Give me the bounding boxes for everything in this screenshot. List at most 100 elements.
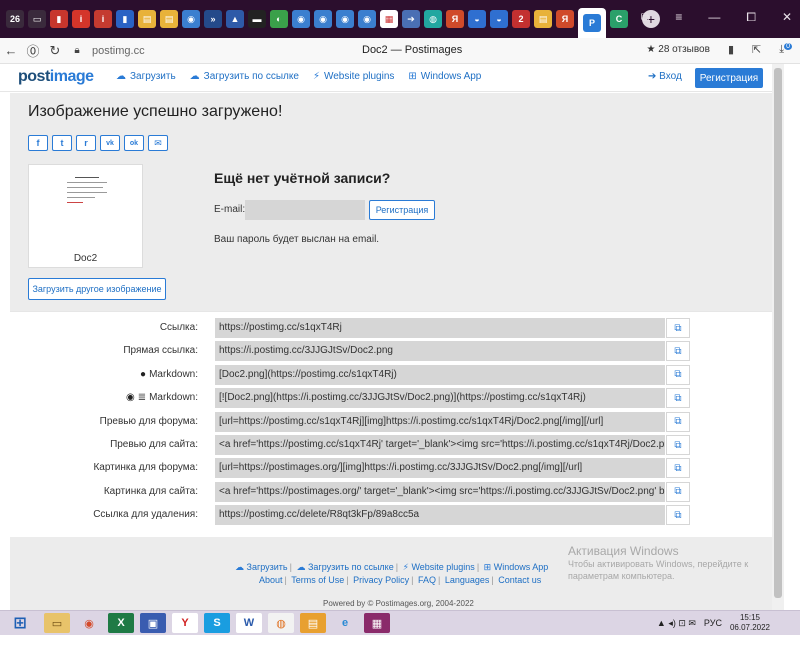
copy-icon[interactable]: ⧉: [666, 318, 690, 338]
reddit-share-icon[interactable]: r: [76, 135, 96, 151]
tab-icon-doc-2[interactable]: ▤: [160, 10, 178, 28]
tab-icon-teal[interactable]: ◍: [424, 10, 442, 28]
nav-website-plugins[interactable]: ⚡ Website plugins: [313, 71, 394, 82]
share-icon[interactable]: ⇱: [752, 43, 761, 56]
tab-icon-globe-3[interactable]: ◉: [314, 10, 332, 28]
yandex-browser-icon[interactable]: Y: [172, 613, 198, 633]
footer-windows-app-link[interactable]: Windows App: [494, 562, 549, 572]
chrome-icon[interactable]: ◉: [76, 613, 102, 633]
close-icon[interactable]: ✕: [782, 10, 792, 25]
tab-icon-red-2[interactable]: i: [72, 10, 90, 28]
lock-icon[interactable]: 🔒︎: [66, 45, 88, 56]
copy-icon[interactable]: ⧉: [666, 458, 690, 479]
start-button[interactable]: ⊞: [7, 613, 33, 633]
link-value-field[interactable]: <a href='https://postimages.org/' target…: [215, 481, 665, 502]
clock[interactable]: 15:15 06.07.2022: [730, 613, 770, 633]
copy-icon[interactable]: ⧉: [666, 435, 690, 455]
folder-icon[interactable]: ▭: [28, 10, 46, 28]
footer-website-plugins-link[interactable]: Website plugins: [411, 562, 474, 572]
copy-icon[interactable]: ⧉: [666, 388, 690, 409]
copy-icon[interactable]: ⧉: [666, 341, 690, 362]
tab-icon-edge-1[interactable]: ◒: [468, 10, 486, 28]
footer-contact-link[interactable]: Contact us: [498, 575, 541, 585]
reviews-link[interactable]: ★ 28 отзывов: [647, 44, 710, 55]
tab-icon-doc-1[interactable]: ▤: [138, 10, 156, 28]
tab-icon-calendar[interactable]: ▦: [380, 10, 398, 28]
app-icon-blue[interactable]: ▣: [140, 613, 166, 633]
winrar-icon[interactable]: ▦: [364, 613, 390, 633]
postimage-logo[interactable]: postimage: [18, 68, 94, 86]
active-tab[interactable]: P: [578, 8, 606, 38]
back-arrow-icon[interactable]: ←: [0, 43, 22, 58]
tab-icon-flag[interactable]: ▬: [248, 10, 266, 28]
yandex-home-icon[interactable]: 26: [6, 10, 24, 28]
copy-icon[interactable]: ⧉: [666, 364, 690, 385]
twitter-share-icon[interactable]: t: [52, 135, 72, 151]
tab-icon-globe-4[interactable]: ◉: [336, 10, 354, 28]
tab-icon-c[interactable]: C: [610, 10, 628, 28]
vk-share-icon[interactable]: vk: [100, 135, 120, 151]
tab-icon-ship[interactable]: ▲: [226, 10, 244, 28]
scrollbar-thumb[interactable]: [774, 68, 782, 598]
bookmark-icon[interactable]: ▮: [728, 43, 734, 56]
downloads-icon[interactable]: ⤓ 0: [779, 43, 792, 57]
nav-upload[interactable]: ☁ Загрузить: [116, 71, 176, 82]
reload-icon[interactable]: ↻: [44, 43, 66, 59]
register-button[interactable]: Регистрация: [695, 68, 763, 88]
footer-upload-link[interactable]: Загрузить: [247, 562, 288, 572]
link-value-field[interactable]: https://i.postimg.cc/3JJGJtSv/Doc2.png: [215, 341, 665, 362]
upload-another-button[interactable]: Загрузить другое изображение: [28, 278, 166, 300]
tab-icon-yandex[interactable]: Я: [446, 10, 464, 28]
tabs-overview-icon[interactable]: ⧉: [641, 10, 650, 25]
tray-icons[interactable]: ▲ ◂) ⊡ ✉: [657, 618, 696, 629]
footer-terms-link[interactable]: Terms of Use: [291, 575, 344, 585]
link-value-field[interactable]: [![Doc2.png](https://i.postimg.cc/3JJGJt…: [215, 388, 665, 409]
page-scrollbar[interactable]: [772, 64, 784, 610]
menu-icon[interactable]: ≡: [675, 10, 682, 25]
copy-icon[interactable]: ⧉: [666, 411, 690, 432]
footer-languages-link[interactable]: Languages: [445, 575, 490, 585]
footer-faq-link[interactable]: FAQ: [418, 575, 436, 585]
email-share-icon[interactable]: ✉: [148, 135, 168, 151]
tab-icon-blue-1[interactable]: ▮: [116, 10, 134, 28]
skype-icon[interactable]: S: [204, 613, 230, 633]
link-value-field[interactable]: https://postimg.cc/delete/R8qt3kFp/89a8c…: [215, 505, 665, 526]
email-field[interactable]: [245, 200, 365, 220]
link-value-field[interactable]: <a href='https://postimg.cc/s1qxT4Rj' ta…: [215, 435, 665, 455]
facebook-share-icon[interactable]: f: [28, 135, 48, 151]
minimize-icon[interactable]: —: [708, 10, 720, 25]
link-value-field[interactable]: [Doc2.png](https://postimg.cc/s1qxT4Rj): [215, 364, 665, 385]
footer-privacy-link[interactable]: Privacy Policy: [353, 575, 409, 585]
tab-icon-globe-1[interactable]: ◉: [182, 10, 200, 28]
tab-icon-chrome[interactable]: ◐: [270, 10, 288, 28]
tab-icon-plane[interactable]: ➔: [402, 10, 420, 28]
nav-windows-app[interactable]: ⊞ Windows App: [408, 71, 481, 82]
tab-icon-globe-5[interactable]: ◉: [358, 10, 376, 28]
email-register-button[interactable]: Регистрация: [369, 200, 435, 220]
yandex-y-icon[interactable]: ⓪: [22, 41, 44, 60]
tab-icon-doc-3[interactable]: ▤: [534, 10, 552, 28]
url-field[interactable]: postimg.cc: [92, 45, 145, 57]
ie-icon[interactable]: e: [332, 613, 358, 633]
copy-icon[interactable]: ⧉: [666, 505, 690, 526]
language-indicator[interactable]: РУС: [704, 618, 722, 628]
app-icon-pdf[interactable]: ▤: [300, 613, 326, 633]
tab-icon-arrows[interactable]: »: [204, 10, 222, 28]
excel-icon[interactable]: X: [108, 613, 134, 633]
nav-upload-by-link[interactable]: ☁ Загрузить по ссылке: [190, 71, 299, 82]
login-link[interactable]: ➔ Вход: [648, 71, 682, 82]
app-icon-orange[interactable]: ◍: [268, 613, 294, 633]
odnoklassniki-share-icon[interactable]: ok: [124, 135, 144, 151]
tab-icon-yandex-2[interactable]: Я: [556, 10, 574, 28]
link-value-field[interactable]: [url=https://postimages.org/][img]https:…: [215, 458, 665, 479]
tab-icon-2[interactable]: 2: [512, 10, 530, 28]
word-icon[interactable]: W: [236, 613, 262, 633]
link-value-field[interactable]: [url=https://postimg.cc/s1qxT4Rj][img]ht…: [215, 411, 665, 432]
tab-icon-red-1[interactable]: ▮: [50, 10, 68, 28]
explorer-icon[interactable]: ▭: [44, 613, 70, 633]
image-thumbnail-card[interactable]: Doc2: [28, 164, 143, 268]
tab-icon-edge-2[interactable]: ◒: [490, 10, 508, 28]
tab-icon-globe-2[interactable]: ◉: [292, 10, 310, 28]
footer-about-link[interactable]: About: [259, 575, 283, 585]
tab-icon-red-3[interactable]: i: [94, 10, 112, 28]
